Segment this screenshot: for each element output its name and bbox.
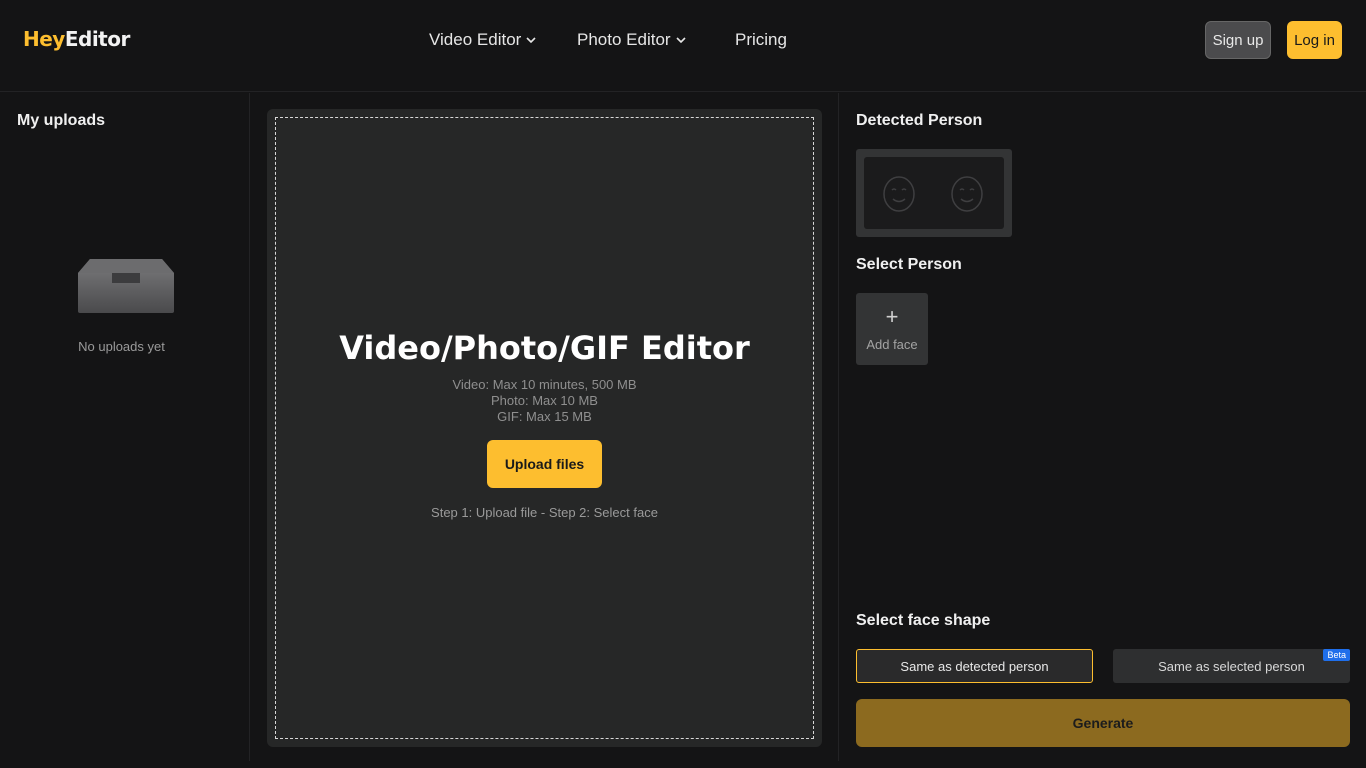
upload-dropzone[interactable]: Video/Photo/GIF Editor Video: Max 10 min… (267, 109, 822, 747)
beta-badge: Beta (1323, 649, 1350, 661)
nav-video-editor[interactable]: Video Editor (429, 30, 537, 50)
heyeditor-logo[interactable]: HeyEditor (23, 27, 130, 51)
logo-part-editor: Editor (64, 27, 131, 51)
add-face-label: Add face (866, 336, 918, 352)
upload-steps-text: Step 1: Upload file - Step 2: Select fac… (431, 505, 658, 520)
no-uploads-text: No uploads yet (78, 339, 165, 354)
log-in-button[interactable]: Log in (1287, 21, 1342, 59)
face-shape-title: Select face shape (856, 612, 991, 629)
select-person-title: Select Person (856, 256, 962, 273)
shape-option-detected[interactable]: Same as detected person (856, 649, 1093, 683)
gif-limit-text: GIF: Max 15 MB (497, 409, 592, 424)
detected-person-card[interactable] (856, 149, 1012, 237)
generate-button[interactable]: Generate (856, 699, 1350, 747)
chevron-down-icon (526, 37, 536, 44)
face-placeholder-icon (951, 176, 983, 212)
editor-title: Video/Photo/GIF Editor (339, 329, 750, 367)
sign-up-button[interactable]: Sign up (1205, 21, 1271, 59)
shape-option-selected-label: Same as selected person (1158, 658, 1305, 674)
detected-person-placeholder (864, 157, 1004, 229)
chevron-down-icon (675, 37, 686, 44)
add-face-button[interactable]: + Add face (856, 293, 928, 365)
face-settings-panel: Detected Person Select Person + Add face… (838, 93, 1366, 761)
shape-option-detected-label: Same as detected person (900, 658, 1049, 674)
upload-files-button[interactable]: Upload files (487, 440, 602, 488)
nav-pricing-label: Pricing (735, 30, 787, 49)
shape-option-selected[interactable]: Same as selected person Beta (1113, 649, 1350, 683)
detected-person-title: Detected Person (856, 112, 983, 129)
photo-limit-text: Photo: Max 10 MB (491, 393, 598, 408)
face-placeholder-icon (883, 176, 915, 212)
nav-pricing[interactable]: Pricing (735, 30, 787, 50)
my-uploads-title: My uploads (17, 112, 106, 129)
top-header: HeyEditor Video Editor Photo Editor Pric… (0, 0, 1366, 92)
logo-part-hey: Hey (23, 27, 65, 51)
uploads-sidebar: My uploads No uploads yet (0, 93, 250, 761)
plus-icon: + (885, 303, 899, 329)
empty-tray-icon (78, 259, 174, 313)
upload-limits: Video: Max 10 minutes, 500 MB Photo: Max… (267, 377, 822, 425)
nav-video-editor-label: Video Editor (429, 30, 522, 49)
video-limit-text: Video: Max 10 minutes, 500 MB (452, 377, 637, 392)
nav-photo-editor[interactable]: Photo Editor (577, 30, 687, 50)
nav-photo-editor-label: Photo Editor (577, 30, 671, 49)
dropzone-border (275, 117, 814, 739)
